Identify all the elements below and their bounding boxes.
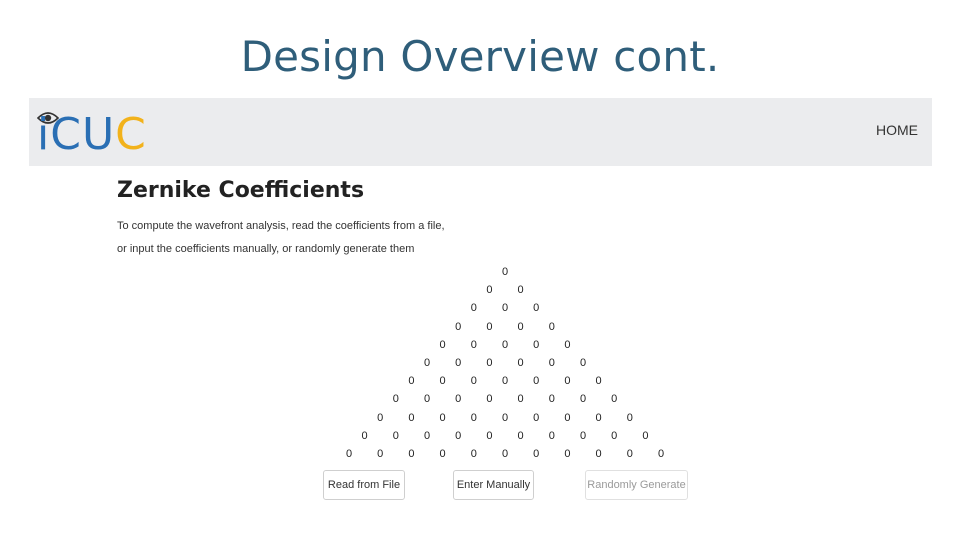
coefficient-cell: 0 — [579, 393, 587, 406]
randomly-generate-button[interactable]: Randomly Generate — [585, 470, 688, 500]
coefficient-cell: 0 — [408, 411, 415, 424]
coefficient-cell: 0 — [501, 375, 509, 388]
coefficient-cell: 0 — [470, 448, 477, 460]
coefficient-cell: 0 — [533, 338, 540, 351]
coefficient-cell: 0 — [657, 448, 665, 460]
coefficient-cell: 0 — [455, 429, 462, 442]
coefficient-cell: 0 — [533, 302, 540, 315]
coefficient-cell: 0 — [345, 448, 353, 460]
coefficient-cell: 0 — [517, 357, 524, 369]
coefficient-cell: 0 — [533, 375, 540, 388]
coefficient-cell: 0 — [470, 411, 477, 424]
coefficient-cell: 0 — [595, 411, 602, 424]
coefficient-cell: 0 — [361, 429, 368, 442]
coefficient-cell: 0 — [626, 448, 633, 460]
coefficient-cell: 0 — [439, 448, 446, 460]
coefficient-cell: 0 — [517, 429, 524, 442]
coefficient-cell: 0 — [579, 357, 587, 369]
coefficient-cell: 0 — [564, 338, 571, 351]
coefficient-cell: 0 — [455, 320, 462, 333]
coefficient-cell: 0 — [626, 411, 633, 424]
coefficient-cell: 0 — [595, 448, 602, 460]
coefficient-cell: 0 — [501, 448, 509, 460]
coefficient-cell: 0 — [564, 375, 571, 388]
coefficient-cell: 0 — [548, 320, 555, 333]
coefficient-cell: 0 — [501, 411, 509, 424]
coefficient-cell: 0 — [564, 411, 571, 424]
coefficient-cell: 0 — [377, 448, 384, 460]
coefficient-cell: 0 — [470, 338, 477, 351]
coefficient-cell: 0 — [486, 357, 493, 369]
coefficient-cell: 0 — [486, 284, 493, 297]
coefficient-cell: 0 — [517, 320, 524, 333]
coefficient-cell: 0 — [377, 411, 384, 424]
slide-title: Design Overview cont. — [240, 32, 720, 81]
coefficient-cell: 0 — [533, 448, 540, 460]
enter-manually-button[interactable]: Enter Manually — [453, 470, 534, 500]
coefficient-cell: 0 — [533, 411, 540, 424]
coefficient-cell: 0 — [611, 429, 618, 442]
coefficient-cell: 0 — [439, 411, 446, 424]
coefficient-cell: 0 — [486, 393, 493, 406]
coefficient-cell: 0 — [486, 429, 493, 442]
read-from-file-button[interactable]: Read from File — [323, 470, 405, 500]
coefficient-cell: 0 — [517, 393, 524, 406]
coefficient-cell: 0 — [564, 448, 571, 460]
coefficient-cell: 0 — [423, 357, 431, 369]
coefficient-cell: 0 — [501, 266, 509, 278]
coefficient-cell: 0 — [470, 302, 477, 315]
coefficient-cell: 0 — [611, 393, 618, 406]
coefficient-cell: 0 — [595, 375, 602, 388]
coefficient-cell: 0 — [423, 393, 431, 406]
coefficient-cell: 0 — [548, 393, 555, 406]
coefficient-cell: 0 — [455, 357, 462, 369]
coefficient-cell: 0 — [408, 375, 415, 388]
coefficient-cell: 0 — [501, 338, 509, 351]
coefficient-pyramid: 0000000000000000000000000000000000000000… — [29, 98, 932, 518]
coefficient-cell: 0 — [392, 429, 399, 442]
coefficient-cell: 0 — [392, 393, 399, 406]
coefficient-cell: 0 — [470, 375, 477, 388]
app-screenshot: iCUC HOME Zernike Coefficients To comput… — [29, 98, 932, 518]
coefficient-cell: 0 — [548, 357, 555, 369]
coefficient-cell: 0 — [439, 375, 446, 388]
coefficient-cell: 0 — [455, 393, 462, 406]
coefficient-cell: 0 — [642, 429, 649, 442]
coefficient-cell: 0 — [548, 429, 555, 442]
coefficient-cell: 0 — [423, 429, 431, 442]
coefficient-cell: 0 — [486, 320, 493, 333]
coefficient-cell: 0 — [501, 302, 509, 315]
coefficient-cell: 0 — [579, 429, 587, 442]
coefficient-cell: 0 — [517, 284, 524, 297]
coefficient-cell: 0 — [408, 448, 415, 460]
coefficient-cell: 0 — [439, 338, 446, 351]
